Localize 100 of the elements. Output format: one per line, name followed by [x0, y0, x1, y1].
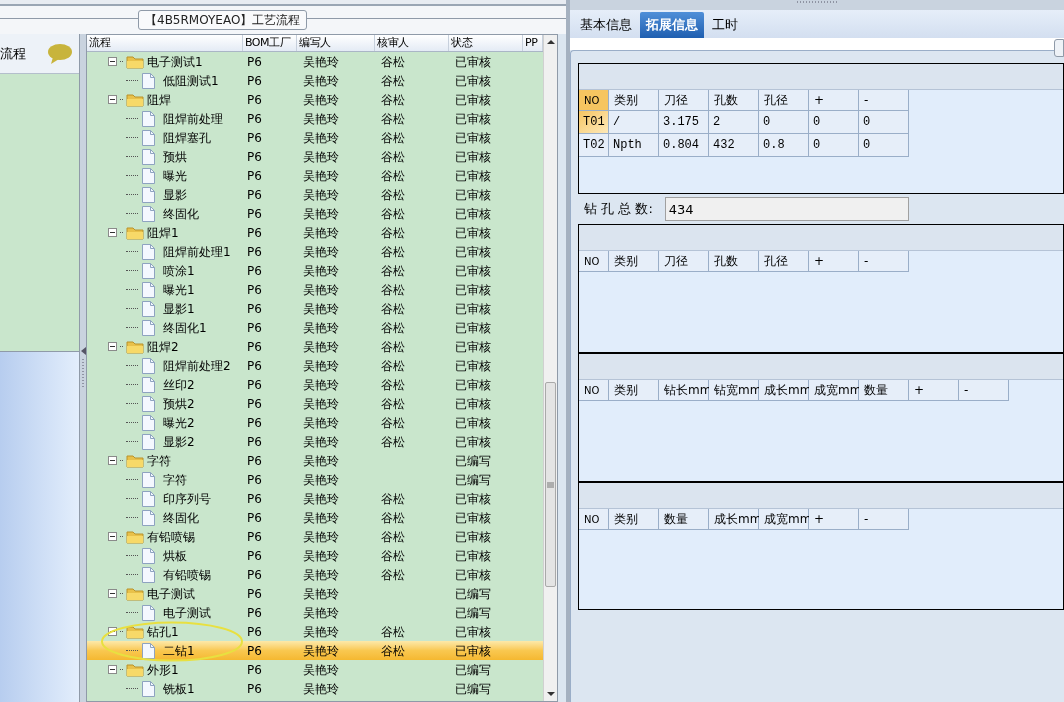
- column-header: +: [809, 251, 859, 272]
- table-cell: 谷松: [381, 130, 405, 145]
- table-cell: P6: [247, 244, 262, 259]
- tree-row[interactable]: 终固化 P6 吴艳玲 谷松 已审核: [87, 204, 543, 223]
- tree-node-label: 阻焊2: [147, 338, 179, 356]
- vertical-scrollbar[interactable]: [543, 35, 557, 701]
- table-cell: 已审核: [455, 396, 491, 411]
- tree-node-label: 曝光1: [163, 281, 195, 299]
- table-cell: 已审核: [455, 510, 491, 525]
- tree-row[interactable]: 预烘2 P6 吴艳玲 谷松 已审核: [87, 394, 543, 413]
- collapse-arrow-icon[interactable]: [80, 347, 86, 355]
- input-field[interactable]: 434: [664, 197, 909, 221]
- collapse-icon[interactable]: [108, 228, 117, 237]
- collapse-icon[interactable]: [108, 532, 117, 541]
- tree-row[interactable]: 阻焊1 P6 吴艳玲 谷松 已审核: [87, 223, 543, 242]
- table-cell: 吴艳玲: [303, 111, 339, 126]
- table-cell: 吴艳玲: [303, 244, 339, 259]
- table-cell: Npth: [609, 134, 659, 157]
- tree-row[interactable]: 电子测试 P6 吴艳玲 已编写: [87, 584, 543, 603]
- tab[interactable]: 拓展信息: [640, 12, 704, 38]
- column-header[interactable]: BOM工厂: [243, 35, 297, 51]
- tree-row[interactable]: 阻焊2 P6 吴艳玲 谷松 已审核: [87, 337, 543, 356]
- table-cell: P6: [247, 339, 262, 354]
- tree-row[interactable]: 阻焊前处理 P6 吴艳玲 谷松 已审核: [87, 109, 543, 128]
- tree-row[interactable]: 预烘 P6 吴艳玲 谷松 已审核: [87, 147, 543, 166]
- table-cell: /: [609, 111, 659, 134]
- table-cell: 已编写: [455, 586, 491, 601]
- tree-row[interactable]: 烘板 P6 吴艳玲 谷松 已审核: [87, 546, 543, 565]
- collapse-icon[interactable]: [108, 665, 117, 674]
- document-icon: [142, 642, 155, 659]
- tree-row[interactable]: 阻焊前处理2 P6 吴艳玲 谷松 已审核: [87, 356, 543, 375]
- document-icon: [142, 566, 155, 583]
- table-cell: P6: [247, 301, 262, 316]
- tree-row[interactable]: 电子测试1 P6 吴艳玲 谷松 已审核: [87, 52, 543, 71]
- table-cell: 已审核: [455, 358, 491, 373]
- collapse-icon[interactable]: [108, 57, 117, 66]
- tree-row[interactable]: 外形1 P6 吴艳玲 已编写: [87, 660, 543, 679]
- collapse-icon[interactable]: [108, 456, 117, 465]
- tree-row[interactable]: 电子测试 P6 吴艳玲 已编写: [87, 603, 543, 622]
- panel-button[interactable]: [1054, 39, 1064, 57]
- folder-icon: [126, 586, 144, 601]
- table-cell: 谷松: [381, 434, 405, 449]
- tree-row[interactable]: 喷涂1 P6 吴艳玲 谷松 已审核: [87, 261, 543, 280]
- table-cell: 0: [859, 111, 909, 134]
- table-cell: 谷松: [381, 263, 405, 278]
- tree-row[interactable]: 字符 P6 吴艳玲 已编写: [87, 451, 543, 470]
- document-icon: [142, 319, 155, 336]
- column-header: 类别: [609, 90, 659, 111]
- column-header[interactable]: 状态: [449, 35, 523, 51]
- column-header[interactable]: 编写人: [297, 35, 375, 51]
- column-header: NO: [579, 509, 609, 530]
- table-cell: 吴艳玲: [303, 282, 339, 297]
- tree-row[interactable]: 显影1 P6 吴艳玲 谷松 已审核: [87, 299, 543, 318]
- folder-icon: [126, 662, 144, 677]
- collapse-icon[interactable]: [108, 589, 117, 598]
- scrollbar-thumb[interactable]: [545, 382, 556, 587]
- tree-row[interactable]: 曝光1 P6 吴艳玲 谷松 已审核: [87, 280, 543, 299]
- tree-row[interactable]: 曝光2 P6 吴艳玲 谷松 已审核: [87, 413, 543, 432]
- tree-row[interactable]: 显影2 P6 吴艳玲 谷松 已审核: [87, 432, 543, 451]
- tree-row[interactable]: 阻焊 P6 吴艳玲 谷松 已审核: [87, 90, 543, 109]
- document-icon: [142, 300, 155, 317]
- table-cell: 已审核: [455, 130, 491, 145]
- table-cell: 吴艳玲: [303, 187, 339, 202]
- table-cell: 吴艳玲: [303, 339, 339, 354]
- tree-row[interactable]: 有铅喷锡 P6 吴艳玲 谷松 已审核: [87, 527, 543, 546]
- tree-row[interactable]: 有铅喷锡 P6 吴艳玲 谷松 已审核: [87, 565, 543, 584]
- tree-row[interactable]: 二钻1 P6 吴艳玲 谷松 已审核: [87, 641, 543, 660]
- table-cell: 432: [709, 134, 759, 157]
- table-cell: 谷松: [381, 396, 405, 411]
- tree-row[interactable]: 显影 P6 吴艳玲 谷松 已审核: [87, 185, 543, 204]
- tree-node-label: 外形1: [147, 661, 179, 679]
- collapse-icon[interactable]: [108, 342, 117, 351]
- tree-row[interactable]: 钻孔1 P6 吴艳玲 谷松 已审核: [87, 622, 543, 641]
- tree-row[interactable]: 终固化1 P6 吴艳玲 谷松 已审核: [87, 318, 543, 337]
- table-cell: P6: [247, 415, 262, 430]
- tree-row[interactable]: 阻焊前处理1 P6 吴艳玲 谷松 已审核: [87, 242, 543, 261]
- column-header[interactable]: 流程: [87, 35, 243, 51]
- tree-row[interactable]: 丝印2 P6 吴艳玲 谷松 已审核: [87, 375, 543, 394]
- tree-row[interactable]: 印序列号 P6 吴艳玲 谷松 已审核: [87, 489, 543, 508]
- table-cell: P6: [247, 434, 262, 449]
- table-cell: 谷松: [381, 73, 405, 88]
- tree-row[interactable]: 低阻测试1 P6 吴艳玲 谷松 已审核: [87, 71, 543, 90]
- document-icon: [142, 262, 155, 279]
- tree-row[interactable]: 阻焊塞孔 P6 吴艳玲 谷松 已审核: [87, 128, 543, 147]
- grip-icon[interactable]: [797, 0, 837, 4]
- table-cell: 谷松: [381, 206, 405, 221]
- tree-row[interactable]: 曝光 P6 吴艳玲 谷松 已审核: [87, 166, 543, 185]
- table-cell: P6: [247, 681, 262, 696]
- column-header[interactable]: 核审人: [375, 35, 449, 51]
- tab[interactable]: 基本信息: [574, 12, 638, 38]
- table-cell: 吴艳玲: [303, 681, 339, 696]
- tab[interactable]: 工时: [706, 12, 744, 38]
- tree-row[interactable]: 铣板1 P6 吴艳玲 已编写: [87, 679, 543, 698]
- tree-node-label: 铣板1: [163, 680, 195, 698]
- table-cell: P6: [247, 130, 262, 145]
- collapse-icon[interactable]: [108, 95, 117, 104]
- tree-row[interactable]: 字符 P6 吴艳玲 已编写: [87, 470, 543, 489]
- column-header: 类别: [609, 380, 659, 401]
- title-tab[interactable]: 【4B5RMOYEAO】工艺流程: [138, 10, 308, 30]
- tree-row[interactable]: 终固化 P6 吴艳玲 谷松 已审核: [87, 508, 543, 527]
